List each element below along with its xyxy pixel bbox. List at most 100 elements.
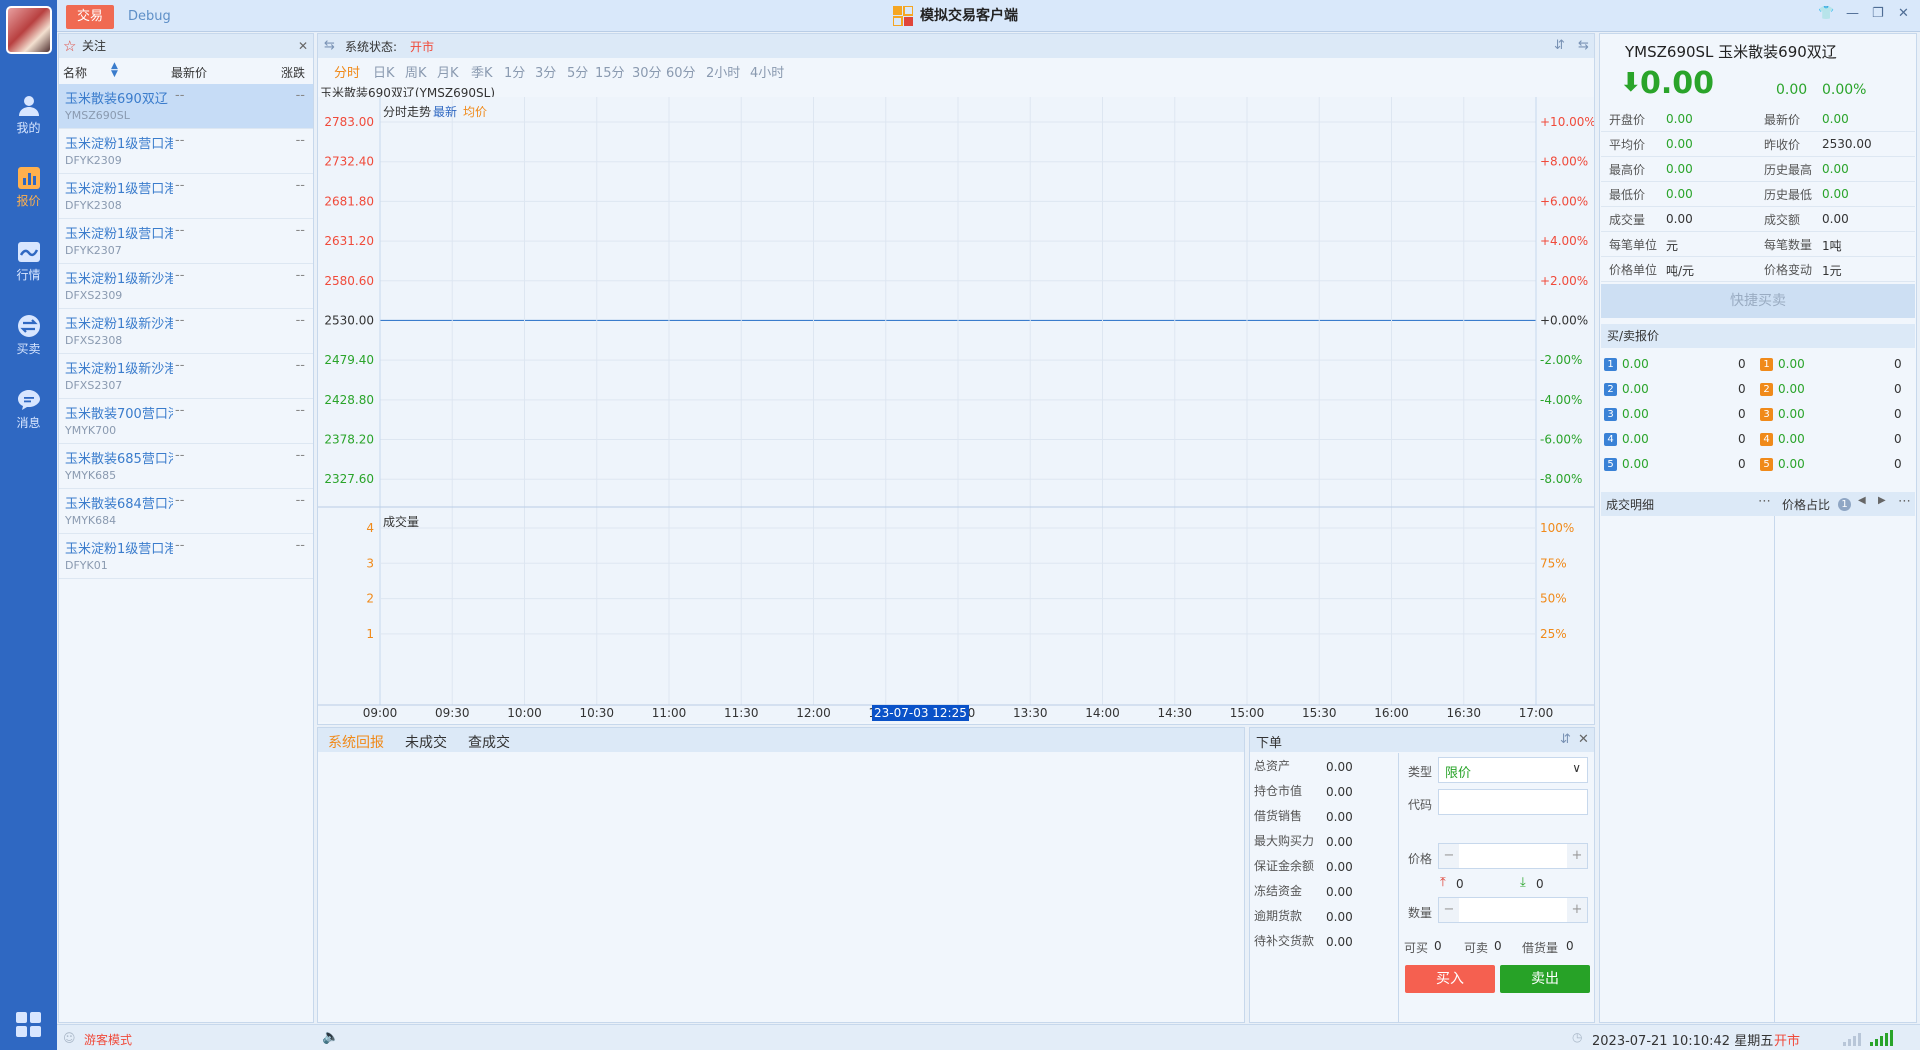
watchlist-row[interactable]: 玉米淀粉1级营口港 -- -- DFYK2307 — [59, 219, 313, 264]
timeframe-tab[interactable]: 周K — [405, 62, 427, 81]
timeframe-tab[interactable]: 2小时 — [706, 62, 740, 81]
order-sort-icon[interactable]: ⇵ — [1560, 732, 1571, 747]
price-stepper[interactable]: − + — [1438, 843, 1588, 869]
timeframe-tab[interactable]: 分时 — [334, 62, 360, 81]
can-sell-value: 0 — [1494, 939, 1502, 953]
type-select[interactable]: 限价 ∨ — [1438, 757, 1588, 783]
restore-icon[interactable]: ❐ — [1872, 6, 1884, 21]
nav-quote[interactable]: 报价 — [0, 158, 57, 218]
watchlist-row[interactable]: 玉米散装684营口港 -- -- YMYK684 — [59, 489, 313, 534]
intraday-chart[interactable]: 2783.00 +10.00% 2732.40 +8.00% 2681.80 +6.00%… — [318, 97, 1594, 722]
watch-item-price: -- — [175, 448, 185, 463]
watchlist-row[interactable]: 玉米散装700营口港 -- -- YMYK700 — [59, 399, 313, 444]
watchlist-close-icon[interactable]: ✕ — [298, 34, 308, 58]
code-input[interactable] — [1438, 789, 1588, 815]
watch-item-price: -- — [175, 358, 185, 373]
order-close-icon[interactable]: ✕ — [1578, 732, 1589, 747]
tab-trade[interactable]: 交易 — [66, 5, 114, 29]
bid-level-badge: 2 — [1604, 383, 1617, 396]
timeframe-tab[interactable]: 15分 — [595, 62, 625, 81]
bid-price[interactable]: 0.00 — [1622, 382, 1649, 396]
ask-price[interactable]: 0.00 — [1778, 432, 1805, 446]
timeframe-tab[interactable]: 季K — [471, 62, 493, 81]
col-price[interactable]: 最新价 — [171, 64, 207, 81]
ratio-next-icon[interactable]: ▶ — [1878, 495, 1886, 506]
trades-more-icon[interactable]: ⋯ — [1758, 494, 1771, 509]
price-plus-icon[interactable]: + — [1567, 844, 1587, 868]
avatar[interactable] — [6, 6, 52, 54]
tab-unfilled[interactable]: 未成交 — [405, 732, 447, 752]
timeframe-tab[interactable]: 日K — [373, 62, 395, 81]
close-icon[interactable]: ✕ — [1898, 6, 1909, 21]
tab-filled[interactable]: 查成交 — [468, 732, 510, 752]
watch-item-chg: -- — [295, 403, 305, 418]
timeframe-tab[interactable]: 5分 — [567, 62, 588, 81]
ask-price[interactable]: 0.00 — [1778, 382, 1805, 396]
watch-item-code: YMSZ690SL — [65, 109, 130, 122]
ask-price[interactable]: 0.00 — [1778, 357, 1805, 371]
ask-price[interactable]: 0.00 — [1778, 407, 1805, 421]
buy-button[interactable]: 买入 — [1405, 965, 1495, 993]
watchlist-row[interactable]: 玉米淀粉1级营口港 -- -- DFYK2308 — [59, 174, 313, 219]
volume-tick-label: 1 — [366, 627, 374, 641]
watch-item-chg: -- — [295, 223, 305, 238]
watch-item-code: DFXS2309 — [65, 289, 123, 302]
info-label: 成交量 — [1609, 213, 1646, 227]
nav-market[interactable]: 行情 — [0, 232, 57, 292]
quick-trade-button[interactable]: 快捷买卖 — [1601, 284, 1915, 318]
bid-qty: 0 — [1738, 457, 1746, 471]
watchlist-row[interactable]: 玉米淀粉1级营口港 -- -- DFYK01 — [59, 534, 313, 579]
watchlist-row[interactable]: 玉米散装690双辽 -- -- YMSZ690SL — [59, 84, 313, 129]
qty-stepper[interactable]: − + — [1438, 897, 1588, 923]
timeframe-tab[interactable]: 30分 — [632, 62, 662, 81]
time-tick-label: 10:00 — [507, 706, 542, 720]
watchlist-row[interactable]: 玉米散装685营口港 -- -- YMYK685 — [59, 444, 313, 489]
tab-debug[interactable]: Debug — [128, 5, 171, 29]
watch-item-price: -- — [175, 403, 185, 418]
price-minus-icon[interactable]: − — [1439, 844, 1459, 868]
collapse-right-icon[interactable]: ⇆ — [1578, 38, 1589, 53]
bid-price[interactable]: 0.00 — [1622, 407, 1649, 421]
timeframe-tab[interactable]: 月K — [437, 62, 459, 81]
guest-mode[interactable]: 游客模式 — [84, 1031, 132, 1048]
orders-panel — [317, 727, 1245, 1023]
watchlist-row[interactable]: 玉米淀粉1级新沙港 -- -- DFXS2308 — [59, 309, 313, 354]
nav-trade[interactable]: 买卖 — [0, 306, 57, 366]
skin-icon[interactable]: 👕 — [1818, 6, 1834, 21]
qty-minus-icon[interactable]: − — [1439, 898, 1459, 922]
watch-item-chg: -- — [295, 88, 305, 103]
speaker-icon[interactable]: 🔈 — [322, 1029, 339, 1045]
timeframe-tab[interactable]: 4小时 — [750, 62, 784, 81]
qty-plus-icon[interactable]: + — [1567, 898, 1587, 922]
bid-price[interactable]: 0.00 — [1622, 357, 1649, 371]
bid-price[interactable]: 0.00 — [1622, 432, 1649, 446]
nav-mine[interactable]: 我的 — [0, 85, 57, 145]
watchlist-row[interactable]: 玉米淀粉1级营口港 -- -- DFYK2309 — [59, 129, 313, 174]
nav-message[interactable]: 消息 — [0, 380, 57, 440]
price-tick-label: 2681.80 — [324, 194, 374, 208]
info-value: 0.00 — [1822, 112, 1849, 126]
timeframe-tab[interactable]: 1分 — [504, 62, 525, 81]
grid-menu-icon[interactable] — [16, 1012, 42, 1038]
watchlist-row[interactable]: 玉米淀粉1级新沙港 -- -- DFXS2307 — [59, 354, 313, 399]
col-name[interactable]: 名称 — [63, 64, 87, 81]
ratio-more-icon[interactable]: ⋯ — [1898, 494, 1911, 509]
can-sell-label: 可卖 — [1464, 941, 1489, 955]
collapse-left-icon[interactable]: ⇆ — [324, 38, 335, 53]
sort-toggle-icon[interactable]: ⇵ — [1554, 38, 1565, 53]
sort-icon[interactable]: ▲ ▼ — [111, 62, 118, 79]
minimize-icon[interactable]: — — [1846, 6, 1859, 21]
info-label: 平均价 — [1609, 138, 1646, 152]
sell-button[interactable]: 卖出 — [1500, 965, 1590, 993]
ask-price[interactable]: 0.00 — [1778, 457, 1805, 471]
watch-item-name: 玉米淀粉1级营口港 — [65, 137, 173, 152]
timeframe-tab[interactable]: 3分 — [535, 62, 556, 81]
account-value: 0.00 — [1326, 785, 1353, 799]
col-chg[interactable]: 涨跌 — [281, 64, 305, 81]
account-value: 0.00 — [1326, 860, 1353, 874]
watchlist-row[interactable]: 玉米淀粉1级新沙港 -- -- DFXS2309 — [59, 264, 313, 309]
ratio-prev-icon[interactable]: ◀ — [1858, 495, 1866, 506]
timeframe-tab[interactable]: 60分 — [666, 62, 696, 81]
bid-price[interactable]: 0.00 — [1622, 457, 1649, 471]
tab-system-report[interactable]: 系统回报 — [328, 732, 384, 752]
